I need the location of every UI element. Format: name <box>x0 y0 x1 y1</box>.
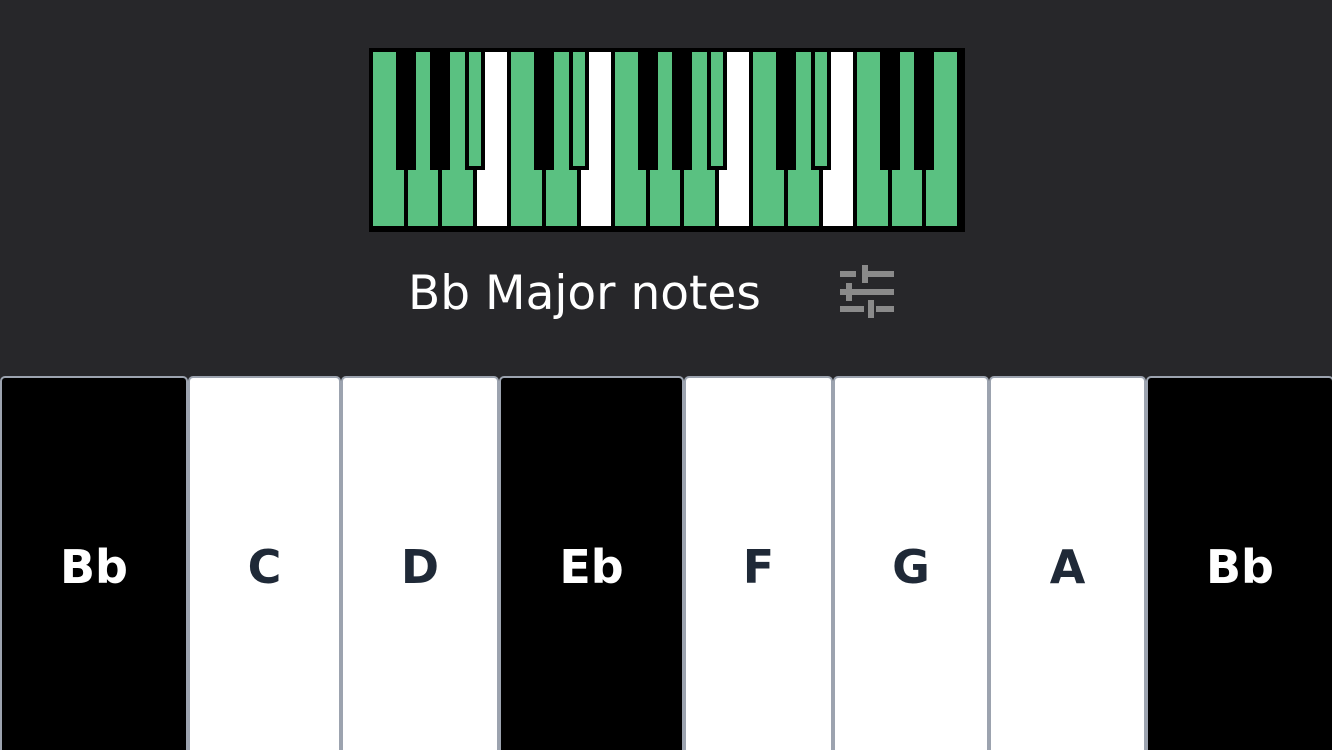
mini-black-key <box>810 52 831 170</box>
mini-black-key <box>914 52 935 170</box>
settings-button[interactable] <box>836 262 898 322</box>
note-key-2[interactable]: D <box>341 376 499 750</box>
note-key-5[interactable]: G <box>833 376 989 750</box>
note-key-label: F <box>742 540 775 594</box>
note-key-label: Eb <box>559 540 624 594</box>
mini-black-key <box>568 52 589 170</box>
note-key-label: Bb <box>60 540 128 594</box>
mini-black-key <box>672 52 693 170</box>
note-key-4[interactable]: F <box>684 376 833 750</box>
mini-black-key-highlight <box>468 52 481 166</box>
mini-keyboard <box>369 48 965 232</box>
note-key-label: A <box>1049 540 1086 594</box>
mini-black-key <box>464 52 485 170</box>
note-keys: Bb C D Eb F G A Bb <box>0 376 1332 750</box>
mini-black-key <box>533 52 554 170</box>
page-title: Bb Major notes <box>408 266 761 321</box>
mini-black-key <box>637 52 658 170</box>
note-key-label: C <box>247 540 282 594</box>
note-key-6[interactable]: A <box>989 376 1146 750</box>
note-key-label: D <box>400 540 440 594</box>
app: Bb Major notes Bb C D Eb F G A Bb <box>0 0 1332 750</box>
note-key-0[interactable]: Bb <box>0 376 188 750</box>
mini-black-key <box>430 52 451 170</box>
mini-black-key-highlight <box>814 52 827 166</box>
mini-black-key <box>879 52 900 170</box>
mini-black-key <box>706 52 727 170</box>
mini-black-key <box>776 52 797 170</box>
mini-black-key <box>395 52 416 170</box>
note-key-label: Bb <box>1206 540 1274 594</box>
sliders-icon <box>840 265 894 318</box>
note-key-7[interactable]: Bb <box>1146 376 1332 750</box>
note-key-label: G <box>892 540 930 594</box>
note-key-3[interactable]: Eb <box>499 376 684 750</box>
mini-black-key-highlight <box>710 52 723 166</box>
note-key-1[interactable]: C <box>188 376 341 750</box>
mini-black-key-highlight <box>572 52 585 166</box>
